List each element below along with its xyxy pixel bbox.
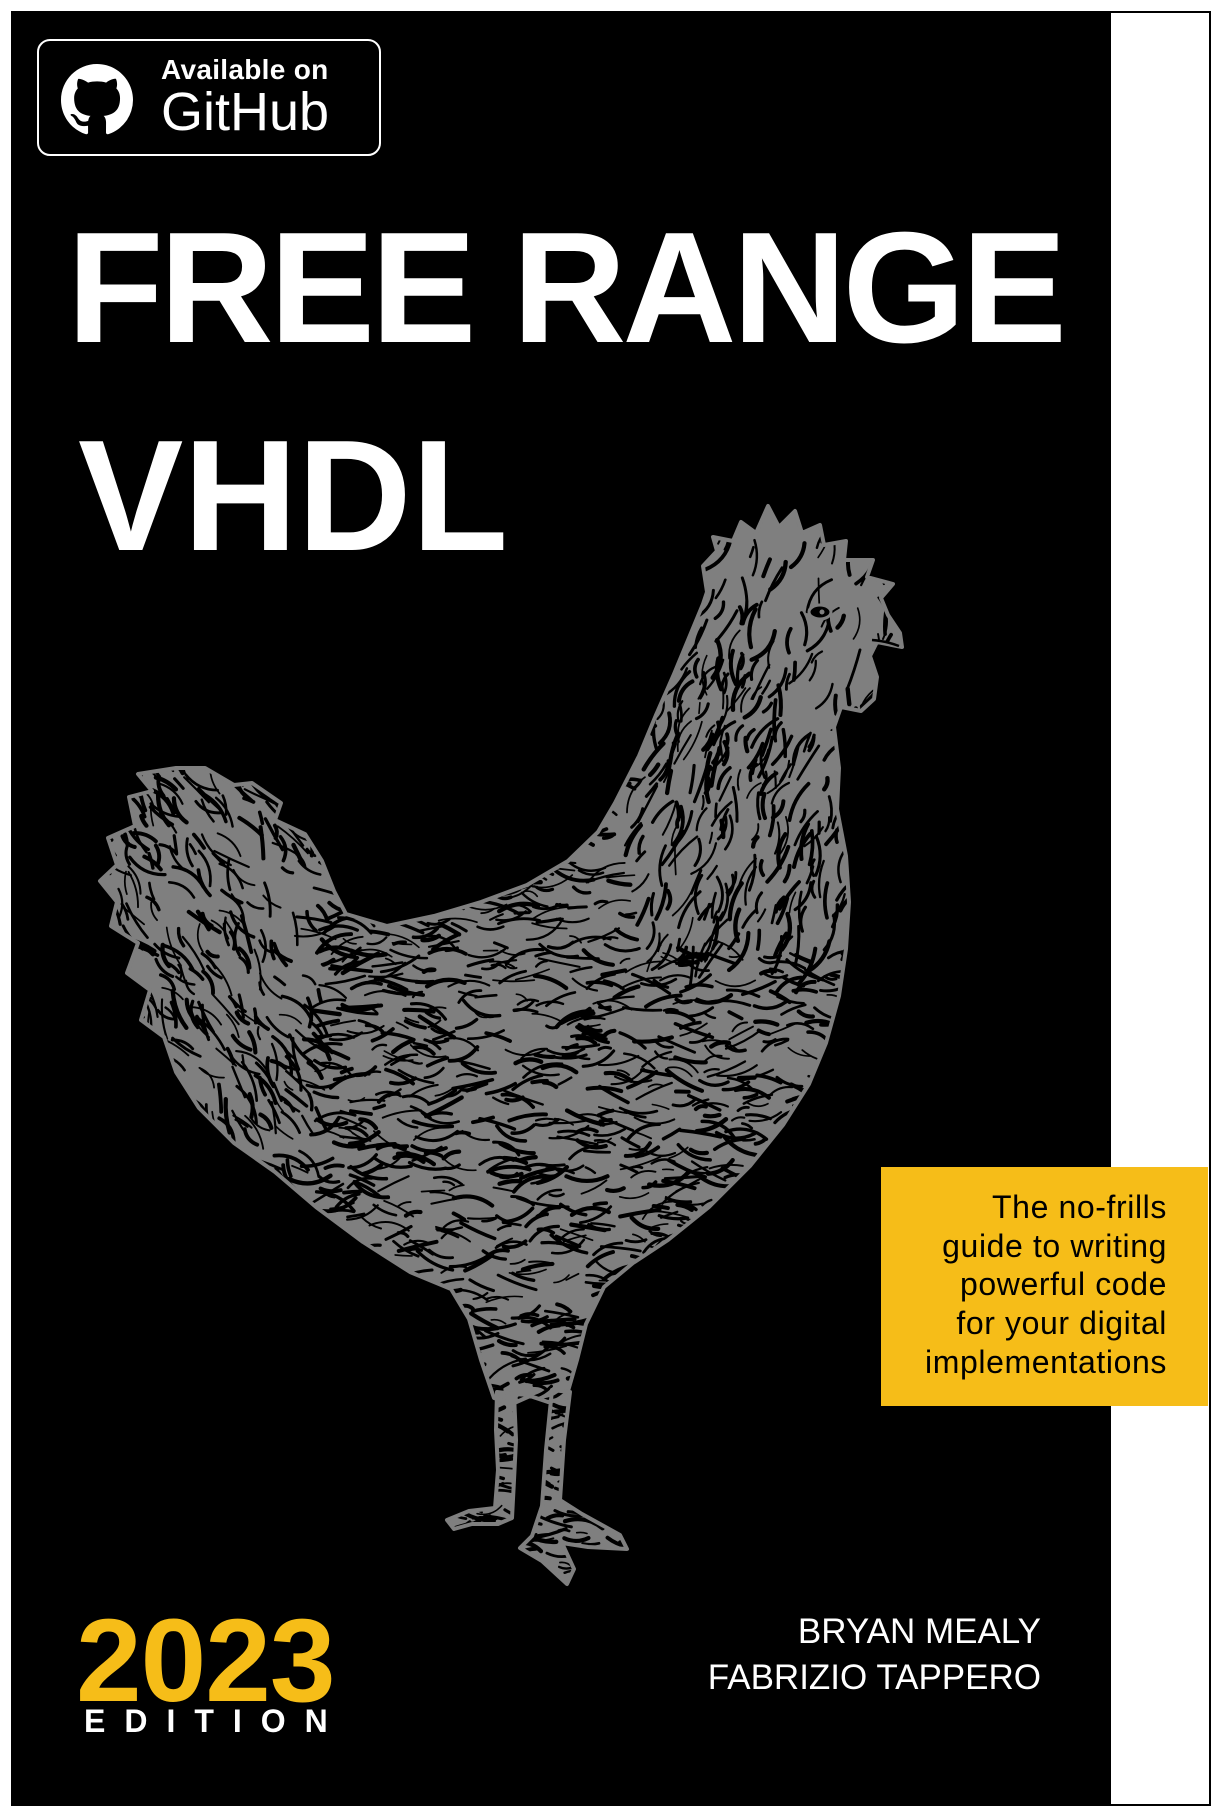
- tagline-line: implementations: [925, 1343, 1167, 1380]
- tagline-line: for your digital: [956, 1305, 1167, 1342]
- tagline-line: powerful code: [959, 1266, 1167, 1303]
- book-title-line-2: VHDL: [78, 408, 509, 584]
- edition-label: EDITION: [84, 1703, 347, 1739]
- badge-caption: Available on: [161, 54, 329, 85]
- github-icon: [61, 64, 133, 136]
- tagline-line: guide to writing: [942, 1227, 1167, 1264]
- github-icon-glyph: [61, 64, 133, 135]
- tagline-box: The no-frills guide to writing powerful …: [881, 1167, 1208, 1406]
- github-badge[interactable]: Available on GitHub: [37, 39, 381, 156]
- author-name: BRYAN MEALY: [797, 1612, 1041, 1651]
- author-name: FABRIZIO TAPPERO: [707, 1658, 1041, 1697]
- author-list: BRYAN MEALY FABRIZIO TAPPERO: [708, 1609, 1041, 1701]
- tagline-line: The no-frills: [992, 1189, 1167, 1225]
- badge-platform: GitHub: [161, 82, 330, 142]
- book-title-line-1: FREE RANGE: [67, 200, 1067, 376]
